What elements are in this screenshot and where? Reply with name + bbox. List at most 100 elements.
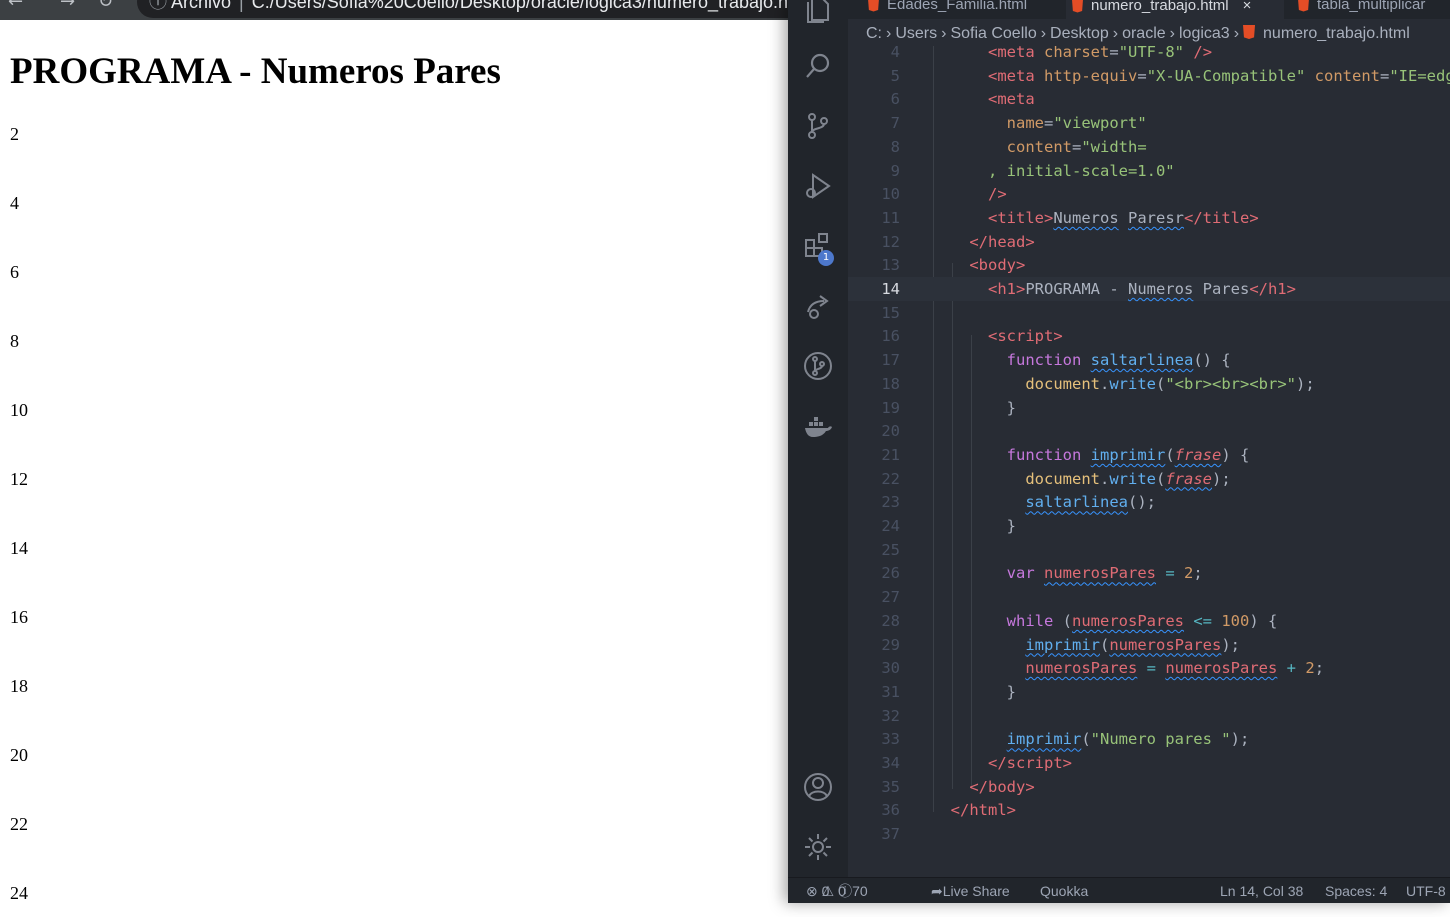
code-line[interactable]: 16 <script> xyxy=(848,324,1450,348)
code-line[interactable]: 26 var numerosPares = 2; xyxy=(848,561,1450,585)
tab-numero-trabajo[interactable]: numero_trabajo.html × xyxy=(1066,0,1284,19)
code-line[interactable]: 29 imprimir(numerosPares); xyxy=(848,633,1450,657)
tab-tabla-multiplicar[interactable]: tabla_multiplicar xyxy=(1292,0,1425,19)
code-line[interactable]: 6 <meta xyxy=(848,87,1450,111)
code-line[interactable]: 4 <meta charset="UTF-8" /> xyxy=(848,46,1450,64)
breadcrumb-item[interactable]: Sofia Coello xyxy=(950,25,1036,42)
code-line[interactable]: 14 <h1>PROGRAMA - Numeros Pares</h1> xyxy=(848,277,1450,301)
line-number: 5 xyxy=(890,66,900,85)
code-line[interactable]: 15 xyxy=(848,301,1450,325)
search-icon[interactable] xyxy=(788,41,848,91)
docker-icon[interactable] xyxy=(788,401,848,451)
code-line[interactable]: 35 </body> xyxy=(848,775,1450,799)
code-line[interactable]: 10 /> xyxy=(848,182,1450,206)
line-number: 11 xyxy=(881,208,900,227)
info-icon[interactable]: ⓘ xyxy=(149,0,167,12)
code-line[interactable]: 30 numerosPares = numerosPares + 2; xyxy=(848,656,1450,680)
code-text: </html> xyxy=(950,801,1016,820)
code-line[interactable]: 31 } xyxy=(848,680,1450,704)
live-share-icon[interactable] xyxy=(788,281,848,331)
breadcrumb-item[interactable]: Users xyxy=(895,25,937,42)
problems-indicator[interactable]: ⊗ 0 ⚠ 0 ⓘ 70 xyxy=(806,878,868,903)
forward-arrow-icon[interactable]: → xyxy=(60,0,75,12)
close-icon[interactable]: × xyxy=(1243,0,1252,14)
number-line: 12 xyxy=(10,469,28,489)
breadcrumb-item[interactable]: C: xyxy=(866,25,882,42)
indentation-status[interactable]: Spaces: 4 xyxy=(1325,878,1387,903)
explorer-icon[interactable] xyxy=(788,0,848,33)
editor-tabs: Edades_Familia.html numero_trabajo.html ×… xyxy=(848,0,1450,19)
code-line[interactable]: 9 , initial-scale=1.0" xyxy=(848,159,1450,183)
back-arrow-icon[interactable]: ← xyxy=(8,0,23,12)
line-number: 4 xyxy=(890,46,900,61)
code-line[interactable]: 7 name="viewport" xyxy=(848,111,1450,135)
status-bar: ⊗ 0 ⚠ 0 ⓘ 70 ➦ Live Share Quokka Ln 14, … xyxy=(788,877,1450,903)
code-text: <title>Numeros Paresr</title> xyxy=(988,208,1259,227)
encoding-status[interactable]: UTF-8 xyxy=(1406,878,1446,903)
code-line[interactable]: 33 imprimir("Numero pares "); xyxy=(848,727,1450,751)
code-line[interactable]: 24 } xyxy=(848,514,1450,538)
html5-icon xyxy=(1298,0,1309,12)
number-line: 20 xyxy=(10,745,28,765)
code-text: , initial-scale=1.0" xyxy=(988,161,1175,180)
code-line[interactable]: 37 xyxy=(848,822,1450,846)
number-line: 8 xyxy=(10,331,19,351)
line-number: 35 xyxy=(881,777,900,796)
code-line[interactable]: 36 </html> xyxy=(848,798,1450,822)
line-number: 34 xyxy=(881,754,900,772)
code-text: <meta charset="UTF-8" /> xyxy=(988,46,1213,61)
code-line[interactable]: 21 function imprimir(frase) { xyxy=(848,443,1450,467)
code-line[interactable]: 17 function saltarlinea() { xyxy=(848,348,1450,372)
address-bar[interactable]: ⓘ Archivo | C:/Users/Sofia%20Coello/Deskto… xyxy=(137,0,800,18)
code-editor[interactable]: 4 <meta charset="UTF-8" /> 5 <meta http-e… xyxy=(848,46,1450,877)
code-text: function imprimir(frase) { xyxy=(1006,445,1250,464)
code-line[interactable]: 12 </head> xyxy=(848,230,1450,254)
code-line[interactable]: 5 <meta http-equiv="X-UA-Compatible" con… xyxy=(848,64,1450,88)
code-text: saltarlinea(); xyxy=(1025,493,1156,512)
line-number: 29 xyxy=(881,635,900,654)
code-line[interactable]: 18 document.write("<br><br><br>"); xyxy=(848,372,1450,396)
tab-edades-familia[interactable]: Edades_Familia.html xyxy=(862,0,1027,19)
code-line[interactable]: 28 while (numerosPares <= 100) { xyxy=(848,609,1450,633)
breadcrumb-file[interactable]: numero_trabajo.html xyxy=(1263,25,1410,42)
breadcrumb-item[interactable]: Desktop xyxy=(1050,25,1109,42)
code-line[interactable]: 34 </script> xyxy=(848,751,1450,775)
number-line: 10 xyxy=(10,400,28,420)
breadcrumb-item[interactable]: logica3 xyxy=(1179,25,1230,42)
code-line[interactable]: 8 content="width= xyxy=(848,135,1450,159)
quokka-status[interactable]: Quokka xyxy=(1040,878,1088,903)
line-number: 17 xyxy=(881,351,900,370)
code-text: document.write("<br><br><br>"); xyxy=(1025,374,1315,393)
source-control-icon[interactable] xyxy=(788,101,848,151)
line-number: 23 xyxy=(881,493,900,512)
code-line[interactable]: 27 xyxy=(848,585,1450,609)
code-line[interactable]: 25 xyxy=(848,538,1450,562)
git-graph-icon[interactable] xyxy=(788,341,848,391)
code-text: while (numerosPares <= 100) { xyxy=(1006,611,1278,630)
code-line[interactable]: 23 saltarlinea(); xyxy=(848,490,1450,514)
line-number: 24 xyxy=(881,517,900,535)
extensions-icon[interactable]: 1 xyxy=(788,221,848,271)
live-share-status[interactable]: ➦ Live Share xyxy=(931,878,1010,903)
browser-toolbar: ← → ↻ ⓘ Archivo | C:/Users/Sofia%20Coello/… xyxy=(0,0,800,20)
accounts-icon[interactable] xyxy=(788,762,848,812)
manage-gear-icon[interactable] xyxy=(788,822,848,872)
code-text: <h1>PROGRAMA - Numeros Pares</h1> xyxy=(988,280,1296,298)
code-text: <script> xyxy=(988,327,1063,346)
code-text: <meta xyxy=(988,90,1035,109)
code-line[interactable]: 22 document.write(frase); xyxy=(848,467,1450,491)
reload-icon[interactable]: ↻ xyxy=(98,0,113,12)
code-line[interactable]: 32 xyxy=(848,704,1450,728)
run-debug-icon[interactable] xyxy=(788,161,848,211)
code-line[interactable]: 20 xyxy=(848,419,1450,443)
code-text: </head> xyxy=(969,232,1035,251)
vscode-window: Edades_Familia.html numero_trabajo.html ×… xyxy=(788,0,1450,903)
breadcrumb-item[interactable]: oracle xyxy=(1122,25,1166,42)
cursor-position[interactable]: Ln 14, Col 38 xyxy=(1220,878,1303,903)
address-url[interactable]: C:/Users/Sofia%20Coello/Desktop/oracle/l… xyxy=(252,0,800,12)
code-line[interactable]: 19 } xyxy=(848,396,1450,420)
code-line[interactable]: 11 <title>Numeros Paresr</title> xyxy=(848,206,1450,230)
line-number: 6 xyxy=(890,90,900,109)
code-line[interactable]: 13 <body> xyxy=(848,253,1450,277)
number-line: 22 xyxy=(10,814,28,834)
